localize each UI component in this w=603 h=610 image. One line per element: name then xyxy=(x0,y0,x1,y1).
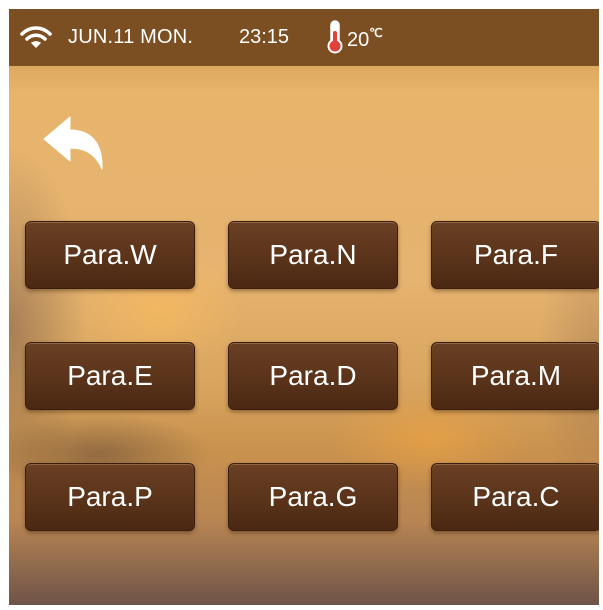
status-date: JUN.11 MON. xyxy=(68,26,194,48)
para-d-button[interactable]: Para.D xyxy=(228,342,398,410)
status-bar: JUN.11 MON. 23:15 20℃ xyxy=(9,9,599,66)
para-n-button[interactable]: Para.N xyxy=(228,221,398,289)
thermometer-icon xyxy=(327,20,343,54)
para-m-button[interactable]: Para.M xyxy=(431,342,599,410)
wifi-icon xyxy=(20,26,52,48)
device-screen: JUN.11 MON. 23:15 20℃ Para.W Para.N Para… xyxy=(9,9,599,605)
para-g-button[interactable]: Para.G xyxy=(228,463,398,531)
status-time: 23:15 xyxy=(239,26,290,48)
status-temperature: 20℃ xyxy=(347,26,383,52)
temperature-value: 20 xyxy=(347,29,370,51)
para-c-button[interactable]: Para.C xyxy=(431,463,599,531)
para-p-button[interactable]: Para.P xyxy=(25,463,195,531)
para-e-button[interactable]: Para.E xyxy=(25,342,195,410)
back-arrow-icon[interactable] xyxy=(40,113,108,175)
para-w-button[interactable]: Para.W xyxy=(25,221,195,289)
para-f-button[interactable]: Para.F xyxy=(431,221,599,289)
temperature-unit: ℃ xyxy=(369,26,383,40)
